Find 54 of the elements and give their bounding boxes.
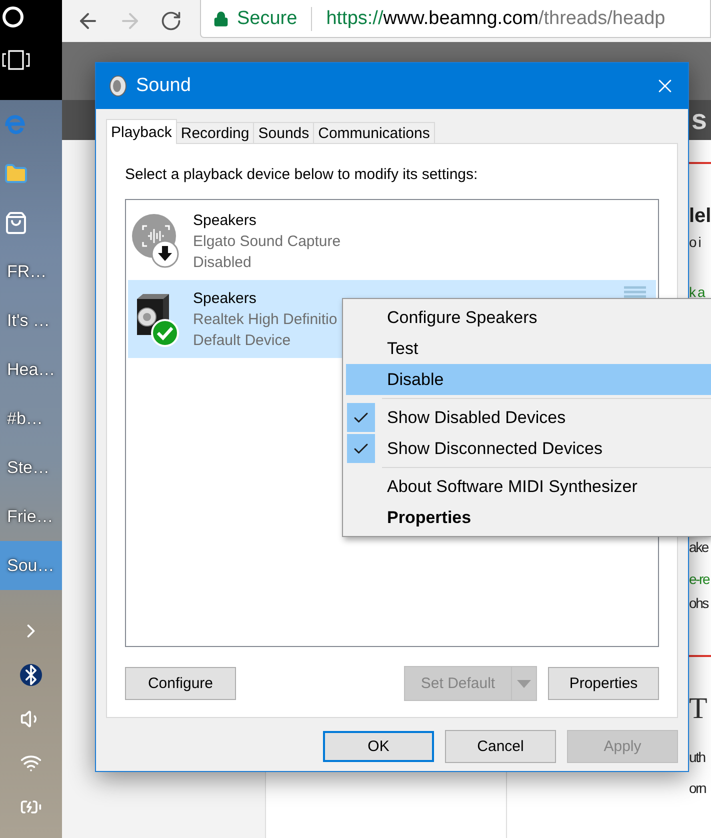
properties-button[interactable]: Properties	[548, 667, 659, 700]
url-text: https://www.beamng.com/threads/headp	[326, 8, 666, 30]
tab[interactable]: Playback	[106, 119, 177, 144]
task-view-icon[interactable]	[2, 50, 30, 70]
menu-item-label: Properties	[387, 508, 472, 528]
taskbar-window-button[interactable]: FR…	[0, 247, 62, 296]
address-bar[interactable]: Secure https://www.beamng.com/threads/headp	[200, 0, 711, 38]
page-text: ake	[689, 538, 710, 557]
menu-item[interactable]: Show Disconnected Devices	[346, 433, 711, 464]
device-description: Elgato Sound Capture	[193, 232, 341, 252]
disabled-speaker-icon	[131, 213, 181, 269]
dialog-button[interactable]: OK	[323, 731, 434, 762]
taskbar-window-button[interactable]: It's …	[0, 296, 62, 345]
speaker-icon	[108, 75, 128, 97]
header-text: s	[691, 104, 707, 136]
menu-item[interactable]: About Software MIDI Synthesizer	[346, 471, 711, 502]
tab[interactable]: Recording	[176, 122, 254, 144]
menu-item[interactable]: Show Disabled Devices	[346, 402, 711, 433]
page-text: T	[689, 697, 708, 721]
reload-icon[interactable]	[160, 10, 182, 32]
device-status: Default Device	[193, 330, 292, 350]
menu-item-label: Disable	[387, 370, 444, 390]
lock-icon	[213, 10, 229, 26]
menu-item[interactable]: Configure Speakers	[346, 302, 711, 333]
menu-item-label: Show Disabled Devices	[387, 408, 566, 428]
tab[interactable]: Communications	[313, 122, 435, 144]
device-status: Disabled	[193, 252, 252, 272]
configure-button[interactable]: Configure	[125, 667, 236, 700]
menu-item-label: Configure Speakers	[387, 308, 538, 328]
menu-item[interactable]: Disable	[346, 364, 711, 395]
menu-item-label: Show Disconnected Devices	[387, 438, 602, 458]
page-text: o i	[689, 233, 702, 252]
page-link[interactable]: e-re	[689, 567, 711, 591]
device-description: Realtek High Definitio	[193, 310, 338, 330]
secure-label: Secure	[237, 8, 298, 30]
page-text: lel	[689, 204, 711, 228]
menu-item-label: Test	[387, 338, 418, 358]
page-text: ohs	[689, 594, 710, 613]
menu-item-label: About Software MIDI Synthesizer	[387, 476, 638, 496]
level-meter-icon	[624, 286, 646, 298]
instruction-text: Select a playback device below to modify its settings:	[125, 166, 479, 183]
device-name: Speakers	[193, 288, 258, 308]
bluetooth-icon[interactable]	[20, 664, 42, 686]
page-text: orn	[689, 779, 707, 798]
window-title: Sound	[136, 75, 192, 97]
menu-item[interactable]: Properties	[346, 502, 711, 533]
device-name: Speakers	[193, 210, 258, 230]
search-circle-icon[interactable]	[2, 6, 24, 28]
menu-item[interactable]: Test	[346, 333, 711, 364]
caret-icon	[517, 680, 531, 688]
folder-icon[interactable]	[4, 162, 28, 186]
dialog-button[interactable]: Cancel	[445, 730, 556, 763]
shopping-bag-icon[interactable]	[4, 210, 28, 234]
page-text: uth	[689, 748, 706, 767]
